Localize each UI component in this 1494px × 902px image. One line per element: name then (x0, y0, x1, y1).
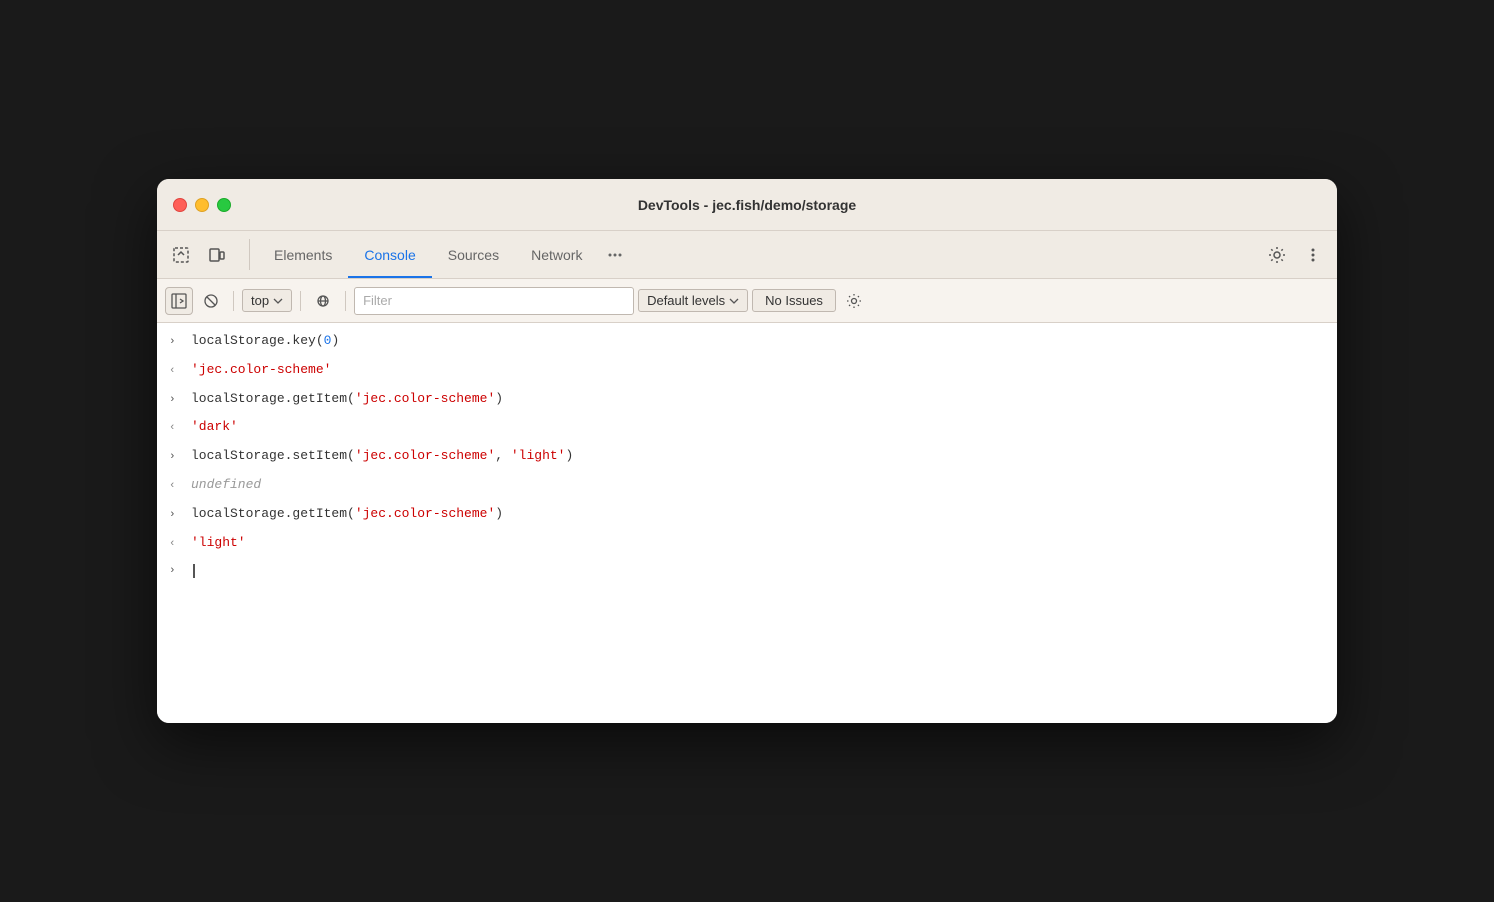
tabbar: Elements Console Sources Network (157, 231, 1337, 279)
console-input-line[interactable]: › (157, 557, 1337, 585)
sidebar-toggle-button[interactable] (165, 287, 193, 315)
close-button[interactable] (173, 198, 187, 212)
traffic-lights (173, 198, 231, 212)
tabbar-icons (165, 231, 233, 278)
console-line: ‹ 'light' (157, 529, 1337, 558)
minimize-button[interactable] (195, 198, 209, 212)
console-line: › localStorage.getItem('jec.color-scheme… (157, 500, 1337, 529)
tab-separator-1 (249, 239, 250, 270)
device-mode-icon[interactable] (201, 239, 233, 271)
output-arrow: ‹ (169, 478, 185, 496)
tab-console[interactable]: Console (348, 231, 431, 278)
console-line: ‹ undefined (157, 471, 1337, 500)
titlebar: DevTools - jec.fish/demo/storage (157, 179, 1337, 231)
input-arrow: › (169, 392, 185, 410)
more-options-icon[interactable] (1297, 239, 1329, 271)
toolbar-sep-1 (233, 291, 234, 311)
tab-sources[interactable]: Sources (432, 231, 515, 278)
input-arrow: › (169, 334, 185, 352)
clear-console-button[interactable] (197, 287, 225, 315)
console-line: › localStorage.key(0) (157, 327, 1337, 356)
tab-elements[interactable]: Elements (258, 231, 348, 278)
output-arrow: ‹ (169, 536, 185, 554)
window-title: DevTools - jec.fish/demo/storage (638, 197, 856, 213)
output-arrow: ‹ (169, 363, 185, 381)
console-line: › localStorage.getItem('jec.color-scheme… (157, 385, 1337, 414)
settings-icon[interactable] (1261, 239, 1293, 271)
live-expressions-button[interactable] (309, 287, 337, 315)
input-arrow: › (169, 507, 185, 525)
console-line: ‹ 'jec.color-scheme' (157, 356, 1337, 385)
tabbar-right (1261, 231, 1329, 278)
input-arrow: › (169, 565, 185, 577)
devtools-window: DevTools - jec.fish/demo/storage Element… (157, 179, 1337, 723)
input-arrow: › (169, 449, 185, 467)
filter-input[interactable] (354, 287, 634, 315)
console-settings-icon[interactable] (840, 287, 868, 315)
issues-button[interactable]: No Issues (752, 289, 836, 312)
inspect-element-icon[interactable] (165, 239, 197, 271)
more-tabs-button[interactable] (598, 231, 632, 278)
console-line: › localStorage.setItem('jec.color-scheme… (157, 442, 1337, 471)
log-levels-button[interactable]: Default levels (638, 289, 748, 312)
toolbar-sep-3 (345, 291, 346, 311)
toolbar-sep-2 (300, 291, 301, 311)
output-arrow: ‹ (169, 420, 185, 438)
context-selector[interactable]: top (242, 289, 292, 312)
tab-network[interactable]: Network (515, 231, 598, 278)
console-line: ‹ 'dark' (157, 413, 1337, 442)
console-toolbar: top Default levels No Issues (157, 279, 1337, 323)
maximize-button[interactable] (217, 198, 231, 212)
console-cursor (193, 564, 201, 578)
console-output: › localStorage.key(0) ‹ 'jec.color-schem… (157, 323, 1337, 723)
